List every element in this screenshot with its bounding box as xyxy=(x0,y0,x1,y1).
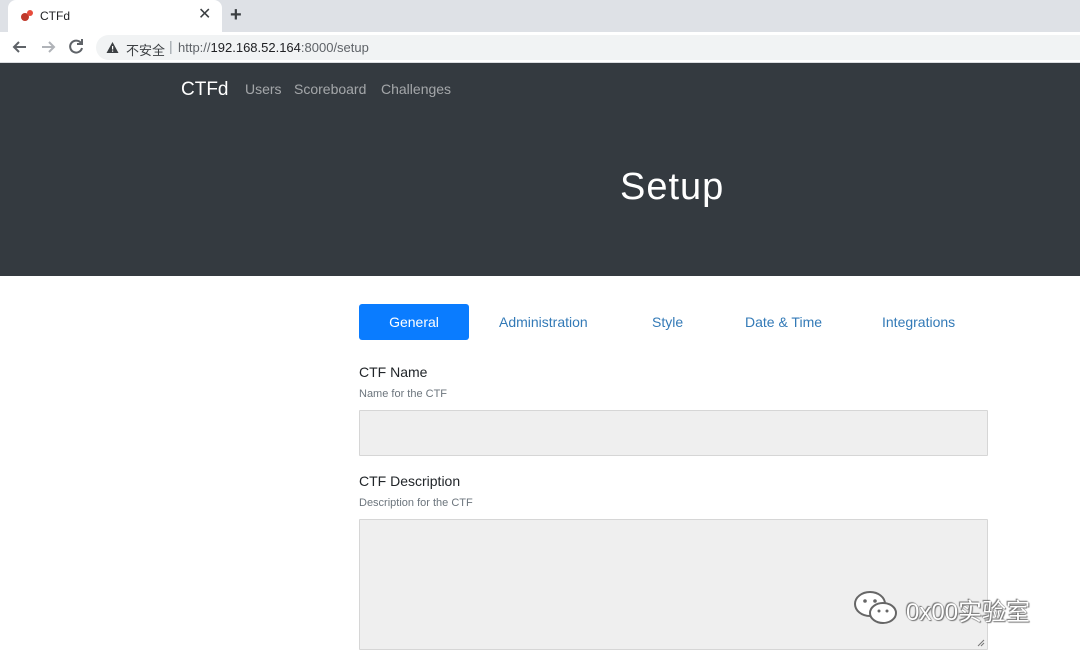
ctf-description-help: Description for the CTF xyxy=(359,497,473,509)
page-title: Setup xyxy=(620,166,725,208)
watermark-text: 0x00实验室 xyxy=(906,599,1031,626)
browser-tab[interactable]: CTFd ✕ xyxy=(8,0,222,32)
nav-link-challenges[interactable]: Challenges xyxy=(381,81,451,97)
ctfd-favicon-icon xyxy=(21,10,33,21)
resize-handle-icon[interactable] xyxy=(976,638,985,647)
address-separator: | xyxy=(169,38,173,54)
url-scheme: http:// xyxy=(178,40,211,55)
tab-date-time[interactable]: Date & Time xyxy=(745,304,822,340)
ctf-description-label: CTF Description xyxy=(359,473,461,489)
url-path: :8000/setup xyxy=(300,40,369,55)
browser-toolbar: 不安全 | http://192.168.52.164:8000/setup xyxy=(0,32,1080,63)
address-bar[interactable]: 不安全 | http://192.168.52.164:8000/setup xyxy=(96,35,1080,60)
reload-icon[interactable] xyxy=(65,36,87,58)
nav-link-scoreboard[interactable]: Scoreboard xyxy=(294,81,366,97)
warning-triangle-icon xyxy=(106,42,119,53)
page-header: CTFd Users Scoreboard Challenges Setup xyxy=(0,63,1080,276)
tab-integrations[interactable]: Integrations xyxy=(882,304,955,340)
nav-link-users[interactable]: Users xyxy=(245,81,282,97)
ctf-description-textarea[interactable] xyxy=(359,519,988,650)
tab-administration[interactable]: Administration xyxy=(499,304,588,340)
wechat-logo-icon xyxy=(854,591,897,624)
tab-general[interactable]: General xyxy=(359,304,469,340)
ctf-name-label: CTF Name xyxy=(359,364,428,380)
not-secure-label[interactable]: 不安全 xyxy=(126,40,165,59)
browser-tab-title: CTFd xyxy=(40,9,70,23)
forward-arrow-icon[interactable] xyxy=(37,36,59,58)
navbar-brand[interactable]: CTFd xyxy=(181,79,229,101)
url-host: 192.168.52.164 xyxy=(210,40,301,55)
back-arrow-icon[interactable] xyxy=(9,36,31,58)
ctf-name-input[interactable] xyxy=(359,410,988,456)
tab-style[interactable]: Style xyxy=(652,304,683,340)
browser-tabstrip: CTFd ✕ + xyxy=(0,0,1080,32)
url-text[interactable]: http://192.168.52.164:8000/setup xyxy=(178,40,369,55)
close-tab-icon[interactable]: ✕ xyxy=(198,5,211,25)
new-tab-icon[interactable]: + xyxy=(230,2,242,28)
ctf-name-help: Name for the CTF xyxy=(359,388,448,400)
